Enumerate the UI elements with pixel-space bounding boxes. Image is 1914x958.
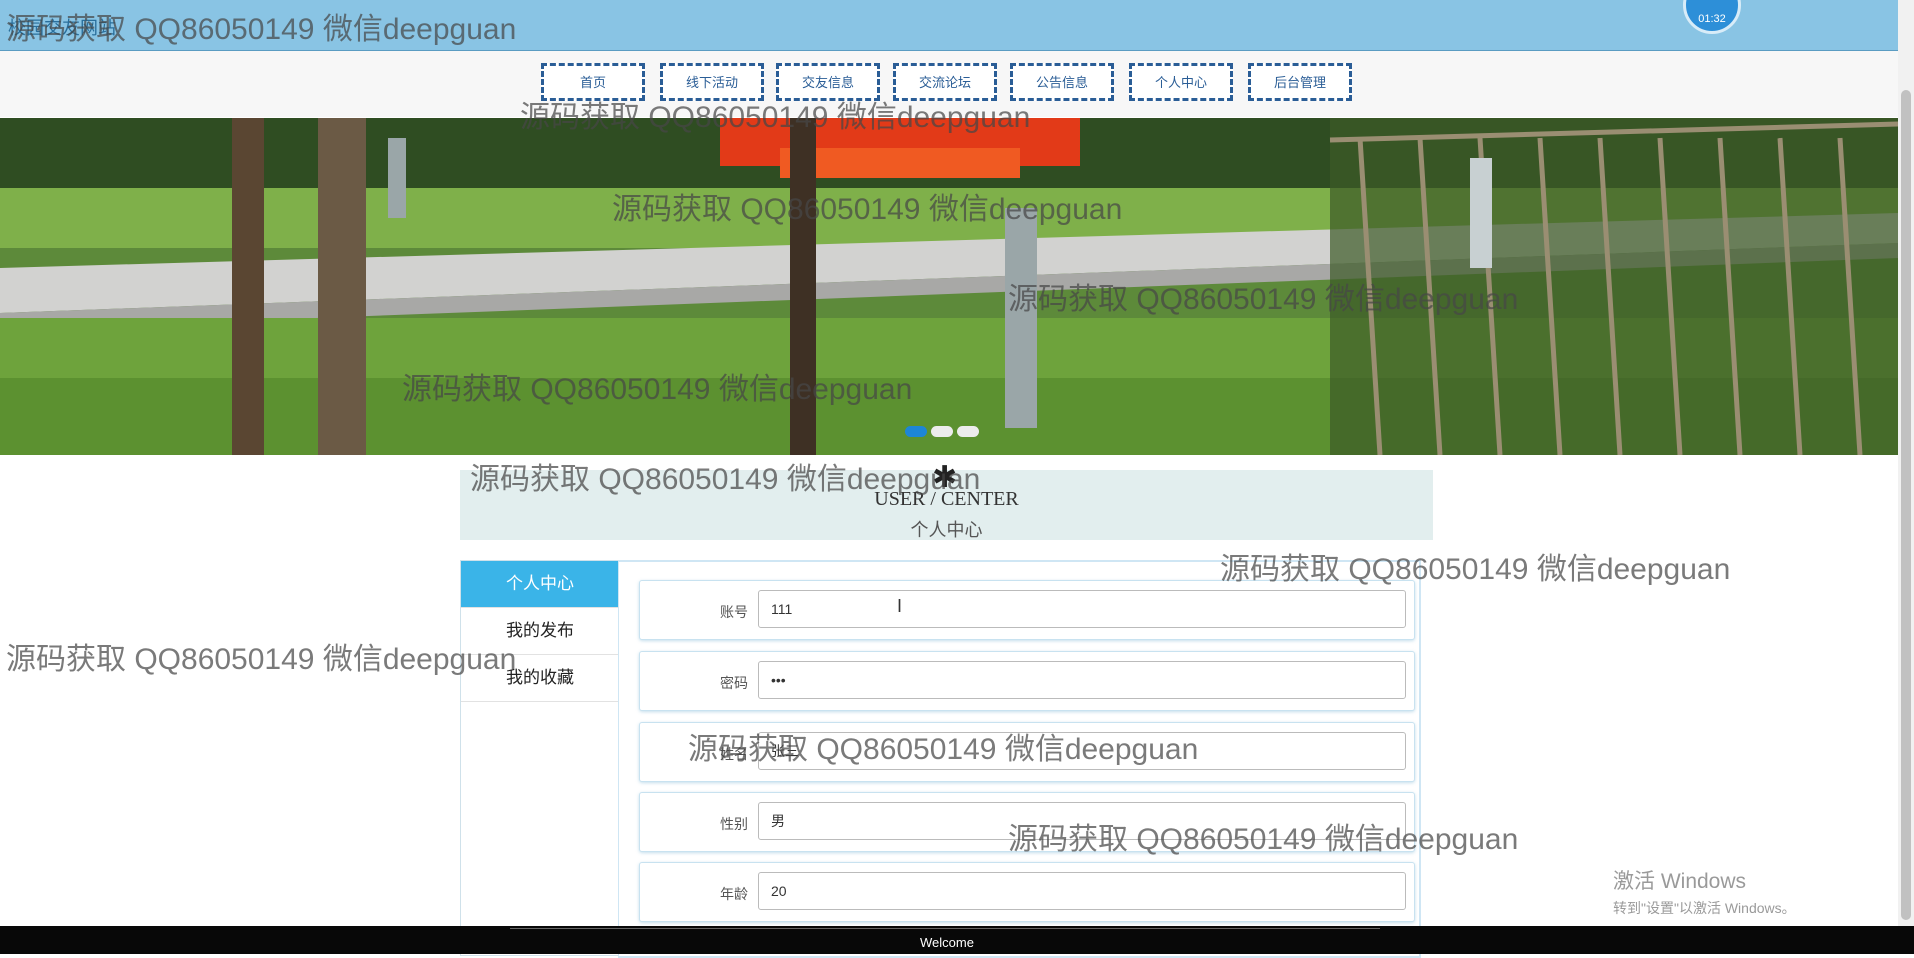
windows-activation-notice: 激活 Windows 转到"设置"以激活 Windows。 [1613,865,1796,918]
nav-user-center[interactable]: 个人中心 [1129,63,1233,101]
nav-offline-activities[interactable]: 线下活动 [660,63,764,101]
nav-dating-info[interactable]: 交友信息 [776,63,880,101]
nav-home[interactable]: 首页 [541,63,645,101]
user-center-title-en: USER / CENTER [874,488,1019,510]
user-center-header: ✱ USER / CENTER 个人中心 [460,461,1433,540]
nav-forum[interactable]: 交流论坛 [893,63,997,101]
side-menu: 个人中心 我的发布 我的收藏 [460,560,619,956]
form-row-name: 姓名 [639,722,1415,782]
age-input[interactable] [758,872,1406,910]
age-label: 年龄 [720,886,748,902]
form-row-gender: 性别 [639,792,1415,852]
footer: Welcome [0,926,1914,954]
side-item-my-favorites[interactable]: 我的收藏 [461,655,619,702]
top-header: 校园交友网站 01:32 [0,0,1898,51]
text-cursor-icon: I [897,596,903,616]
gender-input[interactable] [758,802,1406,840]
password-label: 密码 [720,675,748,691]
nav-admin[interactable]: 后台管理 [1248,63,1352,101]
banner-carousel[interactable] [0,118,1898,455]
password-input[interactable] [758,661,1406,699]
account-label: 账号 [720,604,748,620]
clock-badge: 01:32 [1683,0,1741,34]
carousel-dot-3[interactable] [957,426,979,437]
activation-line-1: 激活 Windows [1613,870,1747,893]
gender-label: 性别 [720,816,748,832]
user-center-title-cn: 个人中心 [910,520,983,540]
page-scrollbar[interactable] [1898,0,1914,926]
account-input[interactable] [758,590,1406,628]
side-item-my-posts[interactable]: 我的发布 [461,608,619,655]
watermark: 源码获取 QQ86050149 微信deepguan [6,643,517,676]
activation-line-2: 转到"设置"以激活 Windows。 [1613,900,1796,916]
main-nav: 首页 线下活动 交友信息 交流论坛 公告信息 个人中心 后台管理 [0,51,1898,117]
profile-form: 账号 密码 姓名 性别 年龄 [618,560,1421,958]
carousel-dot-2[interactable] [931,426,953,437]
nav-announcements[interactable]: 公告信息 [1010,63,1114,101]
name-label: 姓名 [720,746,748,762]
form-row-password: 密码 [639,651,1415,711]
footer-text: Welcome [920,935,974,950]
banner-image [0,118,1898,455]
footer-divider [510,928,1380,929]
scrollbar-thumb[interactable] [1901,90,1911,920]
form-row-age: 年龄 [639,862,1415,922]
site-title[interactable]: 校园交友网站 [8,14,116,40]
carousel-dot-1[interactable] [905,426,927,437]
name-input[interactable] [758,732,1406,770]
form-row-account: 账号 [639,580,1415,640]
side-item-user-center[interactable]: 个人中心 [461,561,619,608]
